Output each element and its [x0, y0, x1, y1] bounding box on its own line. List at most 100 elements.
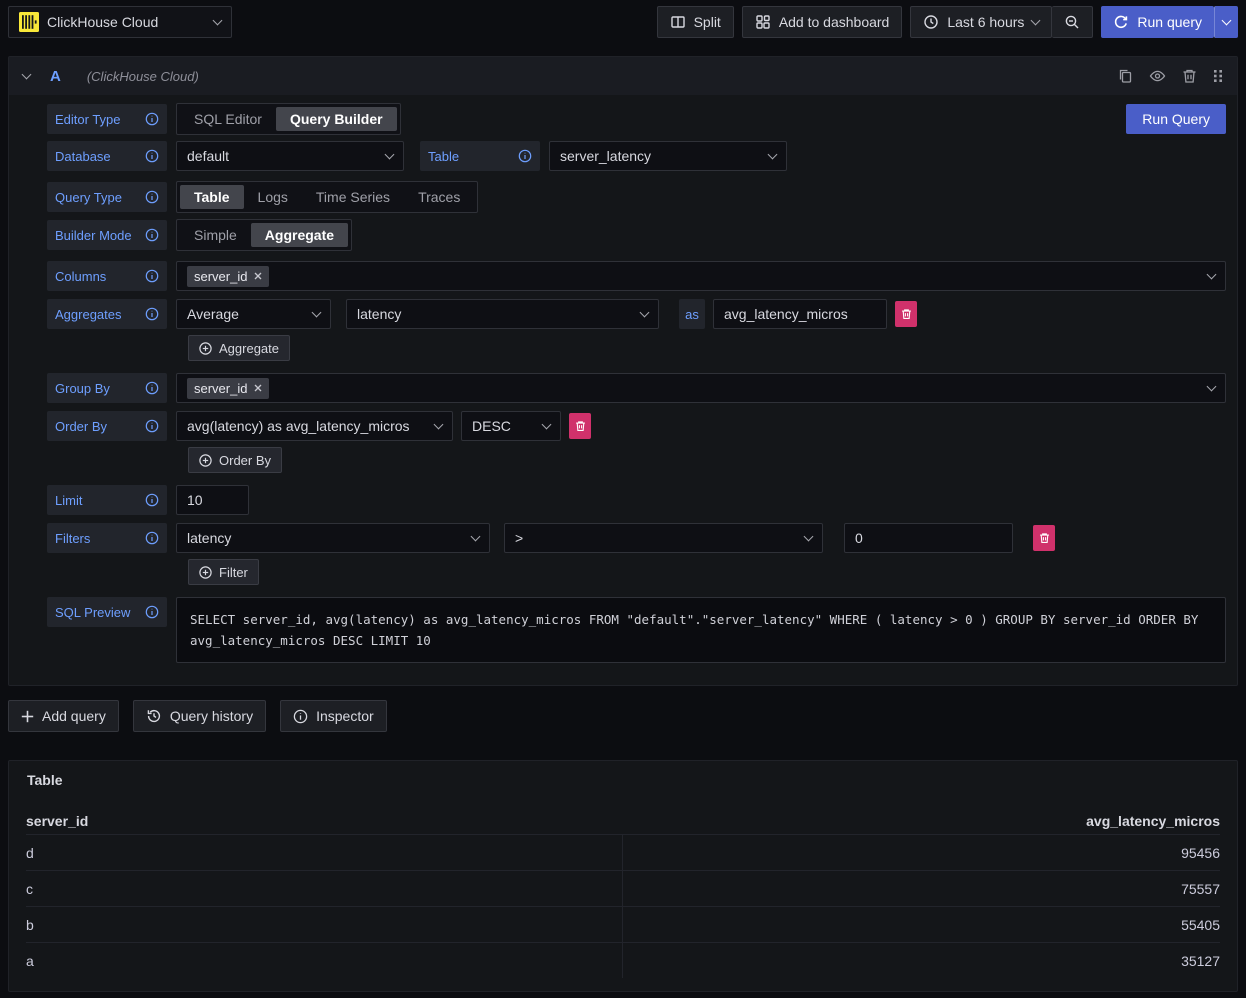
toggle-visibility-eye-icon[interactable]: [1149, 68, 1166, 84]
query-type-option-traces[interactable]: Traces: [404, 185, 474, 209]
group-by-label: Group By: [47, 373, 167, 403]
time-range-button[interactable]: Last 6 hours: [910, 6, 1052, 38]
info-icon[interactable]: [145, 419, 159, 433]
add-aggregate-row: Aggregate: [188, 335, 1226, 361]
query-type-option-table[interactable]: Table: [180, 185, 244, 209]
query-type-option-time-series[interactable]: Time Series: [302, 185, 404, 209]
run-query-editor-button[interactable]: Run Query: [1126, 104, 1226, 134]
table-row[interactable]: b 55405: [26, 906, 1220, 942]
circle-plus-icon: [199, 566, 212, 579]
split-panes-icon: [670, 14, 686, 30]
split-button[interactable]: Split: [657, 6, 734, 38]
chevron-down-icon: [385, 150, 395, 160]
limit-input[interactable]: [176, 485, 249, 515]
run-query-dropdown-button[interactable]: [1214, 6, 1238, 38]
remove-filter-button[interactable]: [1033, 525, 1055, 551]
history-clock-icon: [146, 708, 162, 724]
info-icon[interactable]: [145, 269, 159, 283]
add-filter-row: Filter: [188, 559, 1226, 585]
circle-plus-icon: [199, 342, 212, 355]
limit-row: Limit: [47, 485, 1226, 515]
aggregate-function-select[interactable]: Average: [176, 299, 331, 329]
group-by-row: Group By server_id: [47, 373, 1226, 403]
panel-title: Table: [26, 770, 1220, 808]
order-by-expression-select[interactable]: avg(latency) as avg_latency_micros: [176, 411, 453, 441]
table-row[interactable]: c 75557: [26, 870, 1220, 906]
filter-operator-select[interactable]: >: [504, 523, 823, 553]
info-icon[interactable]: [145, 149, 159, 163]
delete-query-trash-icon[interactable]: [1182, 68, 1197, 84]
trash-icon: [575, 420, 586, 432]
info-icon[interactable]: [145, 228, 159, 242]
info-icon[interactable]: [145, 493, 159, 507]
circle-plus-icon: [199, 454, 212, 467]
collapse-chevron-icon[interactable]: [22, 70, 32, 80]
editor-type-option-query-builder[interactable]: Query Builder: [276, 107, 397, 131]
columns-label: Columns: [47, 261, 167, 291]
clickhouse-logo-icon: [19, 12, 39, 32]
table-row[interactable]: d 95456: [26, 834, 1220, 870]
trash-icon: [901, 308, 912, 320]
plus-icon: [21, 710, 34, 723]
column-header-avg-latency-micros[interactable]: avg_latency_micros: [623, 813, 1220, 829]
add-order-by-button[interactable]: Order By: [188, 447, 282, 473]
query-type-toggle: Table Logs Time Series Traces: [176, 181, 478, 213]
group-by-multiselect[interactable]: server_id: [176, 373, 1226, 403]
inspector-button[interactable]: Inspector: [280, 700, 387, 732]
remove-order-by-button[interactable]: [569, 413, 591, 439]
info-icon[interactable]: [145, 190, 159, 204]
aggregate-alias-input[interactable]: [713, 299, 887, 329]
editor-type-toggle: SQL Editor Query Builder: [176, 103, 401, 135]
sql-preview-row: SQL Preview SELECT server_id, avg(latenc…: [47, 597, 1226, 663]
add-query-button[interactable]: Add query: [8, 700, 119, 732]
query-ref-id[interactable]: A: [50, 68, 61, 85]
query-history-button[interactable]: Query history: [133, 700, 266, 732]
order-by-direction-select[interactable]: DESC: [461, 411, 561, 441]
order-by-row: Order By avg(latency) as avg_latency_mic…: [47, 411, 1226, 441]
builder-mode-toggle: Simple Aggregate: [176, 219, 352, 251]
remove-chip-icon[interactable]: [254, 272, 262, 280]
query-type-option-logs[interactable]: Logs: [244, 185, 302, 209]
datasource-picker[interactable]: ClickHouse Cloud: [8, 6, 232, 38]
remove-aggregate-button[interactable]: [895, 301, 917, 327]
columns-multiselect[interactable]: server_id: [176, 261, 1226, 291]
info-icon[interactable]: [145, 307, 159, 321]
info-icon[interactable]: [145, 605, 159, 619]
refresh-icon: [1113, 14, 1129, 30]
filter-column-select[interactable]: latency: [176, 523, 490, 553]
editor-type-option-sql-editor[interactable]: SQL Editor: [180, 107, 276, 131]
columns-chip-server-id: server_id: [187, 266, 269, 287]
database-select[interactable]: default: [176, 141, 404, 171]
column-header-server-id[interactable]: server_id: [26, 813, 623, 829]
remove-chip-icon[interactable]: [254, 384, 262, 392]
aggregates-row: Aggregates Average latency as: [47, 299, 1226, 329]
drag-handle-icon[interactable]: [1213, 68, 1223, 84]
run-query-button[interactable]: Run query: [1101, 6, 1214, 38]
aggregate-column-select[interactable]: latency: [346, 299, 659, 329]
run-query-split-button: Run query: [1101, 6, 1238, 38]
datasource-name: ClickHouse Cloud: [47, 14, 206, 30]
builder-mode-option-aggregate[interactable]: Aggregate: [251, 223, 348, 247]
chevron-down-icon: [1031, 16, 1041, 26]
add-filter-button[interactable]: Filter: [188, 559, 259, 585]
filter-value-input[interactable]: [844, 523, 1013, 553]
info-icon[interactable]: [518, 149, 532, 163]
chevron-down-icon: [804, 532, 814, 542]
info-icon[interactable]: [145, 381, 159, 395]
info-icon[interactable]: [145, 112, 159, 126]
topbar: ClickHouse Cloud Split Add to dashboard: [8, 6, 1238, 38]
table-row[interactable]: a 35127: [26, 942, 1220, 978]
info-icon[interactable]: [145, 531, 159, 545]
builder-mode-option-simple[interactable]: Simple: [180, 223, 251, 247]
time-zoom-out-button[interactable]: [1052, 6, 1093, 38]
query-card-header: A (ClickHouse Cloud): [9, 57, 1237, 95]
database-table-row: Database default Table server_laten: [47, 141, 1226, 171]
cell-server-id: c: [26, 871, 623, 906]
duplicate-query-icon[interactable]: [1117, 68, 1133, 84]
add-aggregate-button[interactable]: Aggregate: [188, 335, 290, 361]
query-builder-form: Editor Type SQL Editor Query Builder Run…: [9, 95, 1237, 685]
add-to-dashboard-button[interactable]: Add to dashboard: [742, 6, 903, 38]
order-by-label: Order By: [47, 411, 167, 441]
cell-server-id: d: [26, 835, 623, 870]
table-select[interactable]: server_latency: [549, 141, 787, 171]
